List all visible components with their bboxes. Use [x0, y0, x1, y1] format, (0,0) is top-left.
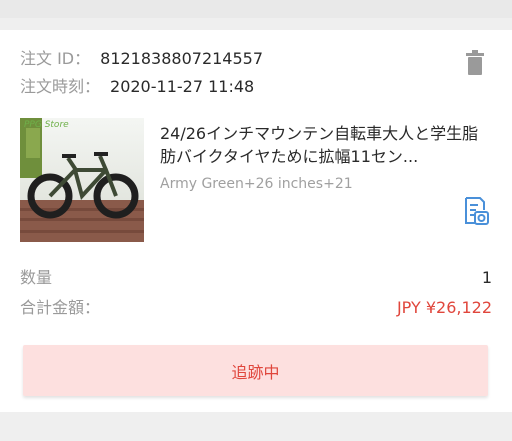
- product-image-watermark: PPG Store: [24, 120, 69, 130]
- tracking-button[interactable]: 追跡中: [23, 345, 488, 396]
- total-label: 合計金額：: [20, 298, 101, 317]
- product-title[interactable]: 24/26インチマウンテン自転車大人と学生脂肪バイクタイヤために拡幅11セン..…: [160, 122, 492, 168]
- quantity-value: 1: [481, 268, 492, 287]
- order-card: 注文 ID： 8121838807214557 注文時刻： 2020-11-27 1…: [0, 30, 512, 412]
- total-row: 合計金額： JPY ¥26,122: [20, 298, 492, 318]
- top-separator: [0, 0, 512, 18]
- product-image[interactable]: [20, 118, 144, 242]
- bottom-separator: [0, 412, 512, 441]
- order-time-value: 2020-11-27 11:48: [110, 77, 255, 96]
- trash-icon[interactable]: [464, 50, 486, 76]
- order-id-label: 注文 ID：: [20, 49, 91, 68]
- quantity-label: 数量: [20, 268, 53, 287]
- product-variant: Army Green+26 inches+21: [160, 176, 353, 192]
- receipt-search-icon[interactable]: [462, 196, 490, 226]
- order-id-value: 8121838807214557: [100, 49, 264, 68]
- order-id-row: 注文 ID： 8121838807214557: [20, 49, 263, 69]
- order-time-label: 注文時刻：: [20, 77, 101, 96]
- order-time-row: 注文時刻： 2020-11-27 11:48: [20, 77, 254, 97]
- quantity-row: 数量 1: [20, 268, 492, 288]
- total-value: JPY ¥26,122: [396, 298, 492, 317]
